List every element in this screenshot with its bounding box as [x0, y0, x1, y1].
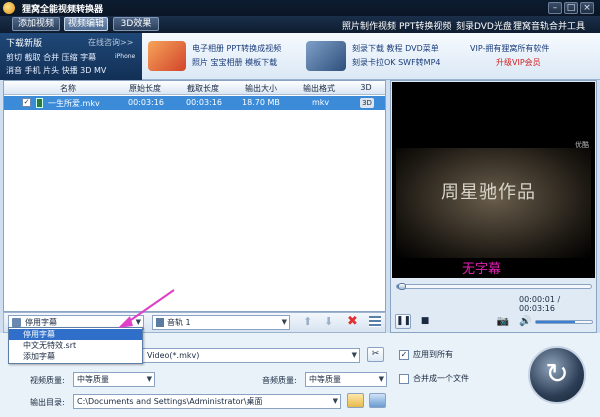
- output-dir-input[interactable]: C:\Documents and Settings\Administrator\…: [73, 394, 341, 409]
- chevron-down-icon: ▼: [281, 318, 287, 326]
- chevron-down-icon: ▼: [351, 351, 357, 359]
- close-button[interactable]: ×: [580, 2, 594, 14]
- move-down-icon[interactable]: ⬇: [324, 315, 333, 328]
- time-display: 00:00:01 / 00:03:16: [519, 295, 561, 313]
- list-menu-icon[interactable]: [369, 316, 381, 327]
- download-items-row2[interactable]: 消音 手机 片头 快播 3D MV: [6, 65, 106, 76]
- audio-quality-select[interactable]: 中等质量 ▼: [305, 372, 387, 387]
- video-file-icon: [36, 98, 43, 108]
- output-format-select[interactable]: Video(*.mkv) ▼: [142, 348, 360, 363]
- ppt-video-link[interactable]: PPT转换视频: [399, 19, 451, 32]
- video-quality-value: 中等质量: [77, 375, 109, 384]
- ppt-promo-icon[interactable]: [148, 41, 186, 71]
- apply-all-checkbox[interactable]: ✓: [399, 350, 409, 360]
- audio-merge-link[interactable]: 狸窝音轨合并工具: [513, 19, 585, 32]
- promo2-line2[interactable]: 刻录卡拉OK SWF转MP4: [352, 57, 441, 68]
- table-row[interactable]: ✓ 一生所爱.mkv 00:03:16 00:03:16 18.70 MB mk…: [4, 96, 385, 110]
- col-3d[interactable]: 3D: [348, 83, 384, 92]
- col-orig-length[interactable]: 原始长度: [116, 83, 174, 94]
- vip-line1[interactable]: VIP-拥有狸窝所有软件: [470, 43, 549, 54]
- row-cut-length: 00:03:16: [186, 98, 222, 107]
- video-screen: 优酷 周星驰作品 无字幕: [392, 82, 595, 278]
- output-format-value: Video(*.mkv): [147, 351, 200, 360]
- online-help-link[interactable]: 在线咨询>>: [88, 37, 133, 48]
- subtitle-dropdown-menu: 停用字幕 中文无特效.srt 添加字幕: [8, 327, 143, 364]
- subtitle-overlay: 无字幕: [462, 262, 502, 277]
- video-quality-select[interactable]: 中等质量 ▼: [73, 372, 155, 387]
- volume-level: [536, 321, 576, 323]
- promo1-line1[interactable]: 电子相册 PPT转换成视频: [192, 43, 281, 54]
- row-output-size: 18.70 MB: [242, 98, 280, 107]
- download-items-row1[interactable]: 剪切 截取 合并 压缩 字幕: [6, 52, 96, 63]
- preview-panel: 优酷 周星驰作品 无字幕 00:00:01 / 00:03:16 ❚❚ ■ 📷 …: [390, 80, 597, 333]
- chevron-down-icon: ▼: [146, 375, 152, 383]
- format-settings-button[interactable]: ✂: [367, 347, 384, 362]
- row-output-format: mkv: [312, 98, 330, 107]
- 3d-settings-icon[interactable]: 3D: [360, 98, 374, 108]
- row-name: 一生所爱.mkv: [48, 99, 100, 108]
- volume-icon[interactable]: 🔊: [519, 314, 531, 329]
- col-output-format[interactable]: 输出格式: [290, 83, 348, 94]
- merge-files-checkbox[interactable]: [399, 374, 409, 384]
- promo1-line2[interactable]: 照片 宝宝相册 模板下载: [192, 57, 277, 68]
- convert-button[interactable]: ↻: [528, 346, 586, 404]
- video-quality-label: 视频质量:: [30, 376, 65, 385]
- output-dir-label: 输出目录:: [30, 398, 65, 407]
- photo-video-link[interactable]: 照片制作视频: [342, 19, 396, 32]
- apply-all-label: 应用到所有: [413, 350, 453, 359]
- download-items-row1-tail[interactable]: iPhone: [115, 53, 135, 60]
- app-title: 狸窝全能视频转换器: [22, 5, 104, 15]
- dropdown-option-disable-subtitle[interactable]: 停用字幕: [9, 329, 142, 340]
- row-orig-length: 00:03:16: [128, 98, 164, 107]
- audio-track-value: 音轨 1: [167, 318, 191, 327]
- chevron-down-icon: ▼: [378, 375, 384, 383]
- promo2-line1[interactable]: 刻录下载 教程 DVD菜单: [352, 43, 439, 54]
- merge-files-label: 合并成一个文件: [413, 374, 469, 383]
- chevron-down-icon: ▼: [332, 397, 338, 405]
- add-video-button[interactable]: 添加视频: [12, 17, 60, 31]
- dvd-promo-icon[interactable]: [306, 41, 346, 71]
- dropdown-option-srt[interactable]: 中文无特效.srt: [9, 340, 142, 351]
- video-edit-button[interactable]: 视频编辑: [64, 17, 108, 31]
- pause-button[interactable]: ❚❚: [395, 314, 411, 329]
- vip-upgrade-link[interactable]: 升级VIP会员: [496, 57, 541, 68]
- promo-banner: 下载新版 在线咨询>> 剪切 截取 合并 压缩 字幕 iPhone 消音 手机 …: [0, 33, 600, 80]
- audio-icon: [156, 318, 164, 327]
- menu-bar: 添加视频 视频编辑 3D效果 照片制作视频 PPT转换视频 刻录DVD光盘 狸窝…: [0, 16, 600, 33]
- subtitle-value: 停用字幕: [25, 318, 57, 327]
- dropdown-option-add-subtitle[interactable]: 添加字幕: [9, 351, 142, 362]
- minimize-button[interactable]: –: [548, 2, 562, 14]
- snapshot-button[interactable]: 📷: [493, 314, 513, 329]
- download-title[interactable]: 下载新版: [6, 36, 42, 49]
- app-logo-icon: [3, 2, 15, 14]
- col-name[interactable]: 名称: [24, 83, 112, 94]
- stop-button[interactable]: ■: [417, 314, 433, 329]
- volume-slider[interactable]: [535, 320, 593, 324]
- audio-track-select[interactable]: 音轨 1 ▼: [152, 315, 290, 330]
- audio-quality-label: 音频质量:: [262, 376, 297, 385]
- seek-bar[interactable]: [396, 283, 592, 290]
- open-folder-button[interactable]: [369, 393, 386, 408]
- download-box: 下载新版 在线咨询>> 剪切 截取 合并 压缩 字幕 iPhone 消音 手机 …: [0, 33, 142, 80]
- 3d-effect-button[interactable]: 3D效果: [113, 17, 159, 31]
- move-up-icon[interactable]: ⬆: [303, 315, 312, 328]
- scene-text: 周星驰作品: [441, 182, 536, 203]
- row-checkbox[interactable]: ✓: [22, 98, 31, 107]
- table-header: 名称 原始长度 截取长度 输出大小 输出格式 3D: [4, 81, 385, 95]
- burn-dvd-link[interactable]: 刻录DVD光盘: [456, 19, 512, 32]
- subtitle-icon: [12, 318, 21, 327]
- audio-quality-value: 中等质量: [309, 375, 341, 384]
- title-bar: 狸窝全能视频转换器 – □ ×: [0, 0, 600, 16]
- col-cut-length[interactable]: 截取长度: [174, 83, 232, 94]
- maximize-button[interactable]: □: [564, 2, 578, 14]
- col-output-size[interactable]: 输出大小: [232, 83, 290, 94]
- output-dir-value: C:\Documents and Settings\Administrator\…: [77, 397, 263, 406]
- delete-icon[interactable]: ✖: [347, 314, 358, 329]
- browse-folder-button[interactable]: [347, 393, 364, 408]
- file-list-panel: 名称 原始长度 截取长度 输出大小 输出格式 3D ✓ 一生所爱.mkv 00:…: [3, 80, 386, 312]
- video-frame: 周星驰作品: [396, 148, 591, 258]
- seek-thumb[interactable]: [398, 283, 406, 290]
